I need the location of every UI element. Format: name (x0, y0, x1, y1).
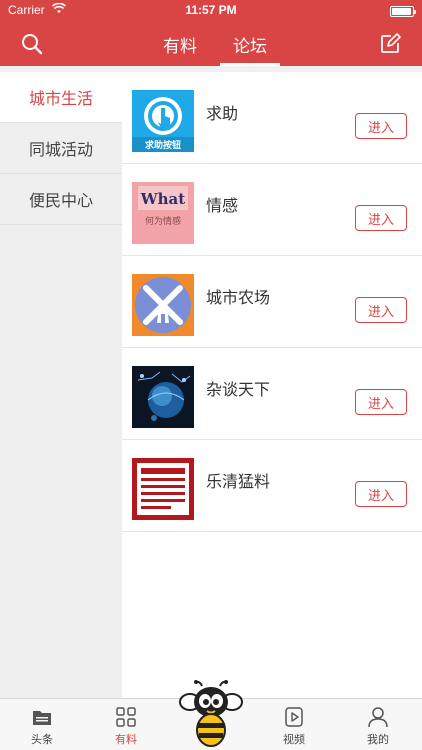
bee-mascot-icon[interactable] (178, 680, 244, 748)
list-item[interactable]: 乐清猛料 进入 (122, 440, 422, 532)
top-bar: Carrier 11:57 PM 有料 论坛 (0, 0, 422, 66)
tabbar-headlines[interactable]: 头条 (0, 699, 84, 750)
svg-text:求助按钮: 求助按钮 (145, 139, 181, 151)
nav-row: 有料 论坛 (0, 22, 422, 66)
content-area: 城市生活 同城活动 便民中心 求助按钮 求助 进入 What 何为情感 情感 进… (0, 66, 422, 698)
status-bar: Carrier 11:57 PM (0, 0, 422, 22)
svg-text:何为情感: 何为情感 (145, 215, 181, 227)
enter-button[interactable]: 进入 (355, 481, 407, 507)
list-item[interactable]: 城市农场 进入 (122, 256, 422, 348)
help-button-thumbnail: 求助按钮 (132, 90, 194, 152)
person-icon (368, 707, 388, 728)
tabbar-label: 头条 (31, 733, 53, 746)
tabbar-profile[interactable]: 我的 (336, 699, 420, 750)
header-tabs: 有料 论坛 (150, 22, 280, 66)
enter-button[interactable]: 进入 (355, 389, 407, 415)
sidebar-item-services[interactable]: 便民中心 (0, 174, 122, 225)
clock: 11:57 PM (185, 3, 237, 17)
list-item[interactable]: 杂谈天下 进入 (122, 348, 422, 440)
sidebar-item-city-life[interactable]: 城市生活 (0, 72, 122, 123)
forum-list: 求助按钮 求助 进入 What 何为情感 情感 进入 城市农场 进入 杂谈天下 … (122, 72, 422, 698)
list-item[interactable]: 求助按钮 求助 进入 (122, 72, 422, 164)
tabbar-video[interactable]: 视频 (252, 699, 336, 750)
search-icon[interactable] (20, 32, 44, 56)
emotion-thumbnail: What 何为情感 (132, 182, 194, 244)
forum-title: 乐清猛料 (206, 472, 271, 491)
enter-button[interactable]: 进入 (355, 113, 407, 139)
tabbar-label: 视频 (283, 733, 305, 746)
svg-text:What: What (140, 190, 185, 208)
forum-title: 求助 (206, 104, 239, 123)
folder-icon (33, 711, 51, 725)
sidebar-item-local-events[interactable]: 同城活动 (0, 123, 122, 174)
forum-title: 情感 (206, 196, 239, 215)
tabbar-youliao[interactable]: 有料 (84, 699, 168, 750)
news-thumbnail (132, 458, 194, 520)
compose-icon[interactable] (378, 32, 402, 56)
tab-youliao[interactable]: 有料 (150, 22, 210, 66)
tab-luntan[interactable]: 论坛 (220, 22, 280, 66)
globe-thumbnail (132, 366, 194, 428)
windmill-thumbnail (132, 274, 194, 336)
forum-title: 城市农场 (206, 288, 271, 307)
enter-button[interactable]: 进入 (355, 205, 407, 231)
list-item[interactable]: What 何为情感 情感 进入 (122, 164, 422, 256)
tabbar-label: 我的 (367, 733, 389, 746)
play-icon (285, 707, 303, 727)
tabbar-label: 有料 (115, 733, 137, 746)
grid-icon (116, 707, 136, 727)
enter-button[interactable]: 进入 (355, 297, 407, 323)
forum-title: 杂谈天下 (206, 380, 271, 399)
category-sidebar: 城市生活 同城活动 便民中心 (0, 72, 122, 698)
battery-icon (390, 6, 416, 17)
